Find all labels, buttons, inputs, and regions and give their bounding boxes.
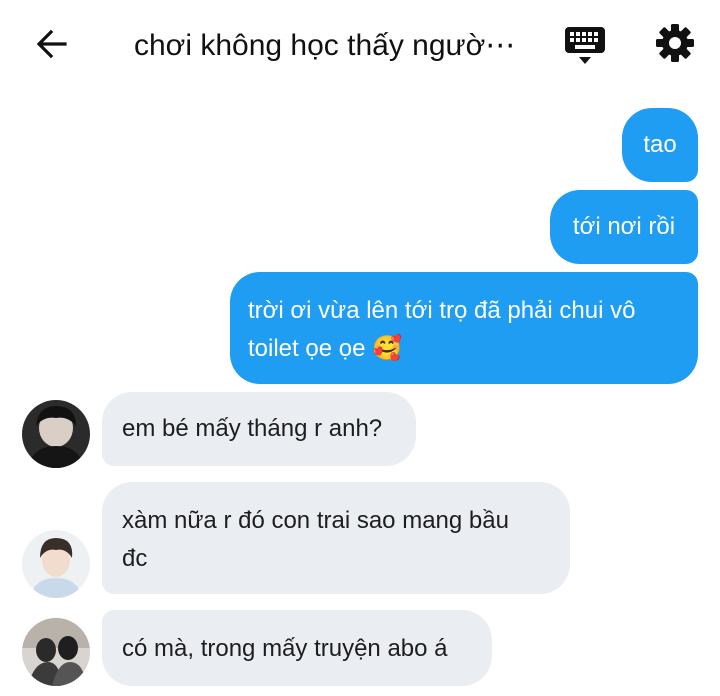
message-bubble-incoming[interactable]: em bé mấy tháng r anh? <box>102 392 416 466</box>
avatar[interactable] <box>22 618 90 686</box>
smiling-face-with-hearts-icon: 🥰 <box>372 335 402 362</box>
message-text-line: toilet ọe ọe 🥰 <box>248 335 402 362</box>
avatar[interactable] <box>22 530 90 598</box>
message-bubble-outgoing[interactable]: tới nơi rồi <box>550 190 698 264</box>
message-list: tao tới nơi rồi trời ơi vừa lên tới trọ … <box>0 0 720 696</box>
message-text: có mà, trong mấy truyện abo á <box>122 635 448 662</box>
avatar[interactable] <box>22 400 90 468</box>
message-text-line: đc <box>122 545 148 572</box>
message-bubble-incoming[interactable]: có mà, trong mấy truyện abo á <box>102 610 492 686</box>
message-bubble-incoming[interactable]: xàm nữa r đó con trai sao mang bầu đc <box>102 482 570 594</box>
message-text: tới nơi rồi <box>572 213 676 240</box>
avatar-image <box>22 530 90 598</box>
message-bubble-outgoing[interactable]: trời ơi vừa lên tới trọ đã phải chui vô … <box>230 272 698 384</box>
message-bubble-outgoing[interactable]: tao <box>622 108 698 182</box>
avatar-image <box>22 618 90 686</box>
avatar-image <box>22 400 90 468</box>
message-text-line: trời ơi vừa lên tới trọ đã phải chui vô <box>248 297 636 324</box>
message-text-line: xàm nữa r đó con trai sao mang bầu <box>122 507 509 534</box>
message-text: tao <box>643 131 677 158</box>
message-text: em bé mấy tháng r anh? <box>122 415 383 442</box>
